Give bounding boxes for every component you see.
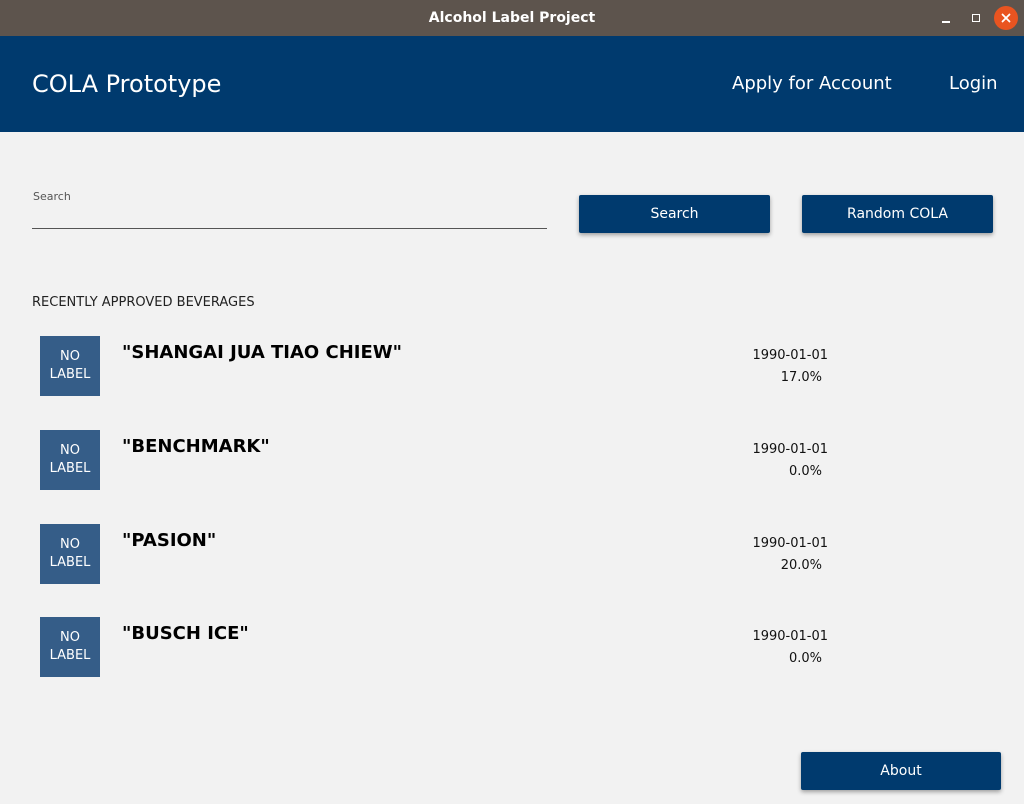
list-item[interactable]: NO LABEL "SHANGAI JUA TIAO CHIEW" 1990-0… (40, 336, 840, 396)
no-label-text: NO (60, 537, 80, 552)
maximize-button[interactable] (964, 6, 988, 30)
window-title: Alcohol Label Project (428, 10, 596, 26)
beverage-name: "BENCHMARK" (122, 436, 270, 457)
search-field: Search (32, 188, 547, 230)
no-label-thumbnail: NO LABEL (40, 430, 100, 490)
no-label-text: LABEL (49, 555, 91, 570)
no-label-thumbnail: NO LABEL (40, 524, 100, 584)
search-input[interactable] (32, 204, 547, 229)
minimize-button[interactable] (934, 6, 958, 30)
beverage-name: "SHANGAI JUA TIAO CHIEW" (122, 342, 403, 363)
beverage-name: "PASION" (122, 530, 217, 551)
no-label-text: LABEL (49, 648, 91, 663)
beverage-date: 1990-01-01 (752, 536, 828, 551)
search-button[interactable]: Search (579, 195, 770, 233)
app-title[interactable]: COLA Prototype (32, 36, 221, 132)
no-label-text: NO (60, 630, 80, 645)
title-bar: Alcohol Label Project (0, 0, 1024, 36)
beverage-date: 1990-01-01 (752, 442, 828, 457)
apply-for-account-link[interactable]: Apply for Account (732, 36, 892, 132)
random-cola-button[interactable]: Random COLA (802, 195, 993, 233)
beverage-abv: 17.0% (780, 370, 822, 385)
app-header: COLA Prototype Apply for Account Login (0, 36, 1024, 132)
login-link[interactable]: Login (949, 36, 998, 132)
no-label-text: LABEL (49, 367, 91, 382)
no-label-thumbnail: NO LABEL (40, 336, 100, 396)
no-label-text: NO (60, 443, 80, 458)
maximize-icon (972, 14, 980, 22)
minimize-icon (942, 21, 950, 23)
beverage-name: "BUSCH ICE" (122, 623, 249, 644)
beverage-date: 1990-01-01 (752, 629, 828, 644)
beverage-abv: 0.0% (788, 464, 822, 479)
no-label-thumbnail: NO LABEL (40, 617, 100, 677)
search-label: Search (33, 190, 71, 203)
app-window: Alcohol Label Project COLA Prototype App… (0, 0, 1024, 804)
no-label-text: NO (60, 349, 80, 364)
close-button[interactable] (994, 6, 1018, 30)
recent-beverages-heading: RECENTLY APPROVED BEVERAGES (32, 295, 255, 310)
beverage-abv: 20.0% (780, 558, 822, 573)
list-item[interactable]: NO LABEL "PASION" 1990-01-01 20.0% (40, 524, 840, 584)
about-button[interactable]: About (801, 752, 1001, 790)
list-item[interactable]: NO LABEL "BENCHMARK" 1990-01-01 0.0% (40, 430, 840, 490)
beverage-date: 1990-01-01 (752, 348, 828, 363)
close-icon (1001, 13, 1011, 23)
no-label-text: LABEL (49, 461, 91, 476)
list-item[interactable]: NO LABEL "BUSCH ICE" 1990-01-01 0.0% (40, 617, 840, 677)
beverage-abv: 0.0% (788, 651, 822, 666)
